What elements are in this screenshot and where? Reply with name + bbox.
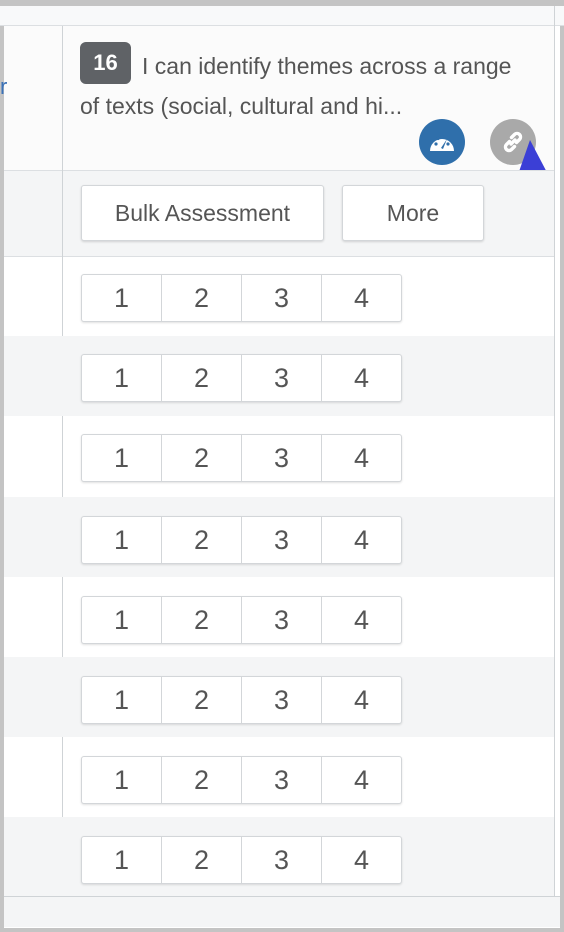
score-option-1[interactable]: 1 bbox=[82, 355, 162, 401]
score-option-3[interactable]: 3 bbox=[242, 837, 322, 883]
score-option-4[interactable]: 4 bbox=[322, 597, 401, 643]
score-selector: 1 2 3 4 bbox=[81, 516, 402, 564]
dashboard-gauge-icon[interactable] bbox=[419, 119, 465, 165]
left-column-header-text: r bbox=[0, 74, 8, 99]
score-selector: 1 2 3 4 bbox=[81, 434, 402, 482]
score-selector: 1 2 3 4 bbox=[81, 756, 402, 804]
score-option-3[interactable]: 3 bbox=[242, 275, 322, 321]
score-selector: 1 2 3 4 bbox=[81, 354, 402, 402]
bulk-assessment-button[interactable]: Bulk Assessment bbox=[81, 185, 324, 241]
score-option-4[interactable]: 4 bbox=[322, 435, 401, 481]
score-option-1[interactable]: 1 bbox=[82, 837, 162, 883]
score-option-1[interactable]: 1 bbox=[82, 597, 162, 643]
left-column-header: r bbox=[0, 26, 62, 170]
score-option-1[interactable]: 1 bbox=[82, 275, 162, 321]
score-option-1[interactable]: 1 bbox=[82, 677, 162, 723]
score-option-4[interactable]: 4 bbox=[322, 837, 401, 883]
top-header-strip bbox=[0, 6, 564, 26]
score-option-2[interactable]: 2 bbox=[162, 355, 242, 401]
score-selector: 1 2 3 4 bbox=[81, 274, 402, 322]
score-option-2[interactable]: 2 bbox=[162, 435, 242, 481]
more-button[interactable]: More bbox=[342, 185, 484, 241]
score-option-1[interactable]: 1 bbox=[82, 435, 162, 481]
score-selector: 1 2 3 4 bbox=[81, 676, 402, 724]
score-selector: 1 2 3 4 bbox=[81, 596, 402, 644]
score-option-4[interactable]: 4 bbox=[322, 517, 401, 563]
score-option-3[interactable]: 3 bbox=[242, 677, 322, 723]
score-option-3[interactable]: 3 bbox=[242, 355, 322, 401]
outcome-description[interactable]: I can identify themes across a range of … bbox=[80, 46, 520, 126]
score-option-4[interactable]: 4 bbox=[322, 275, 401, 321]
score-option-2[interactable]: 2 bbox=[162, 677, 242, 723]
score-option-3[interactable]: 3 bbox=[242, 597, 322, 643]
score-option-2[interactable]: 2 bbox=[162, 517, 242, 563]
score-option-3[interactable]: 3 bbox=[242, 435, 322, 481]
score-option-4[interactable]: 4 bbox=[322, 355, 401, 401]
score-option-3[interactable]: 3 bbox=[242, 517, 322, 563]
score-option-2[interactable]: 2 bbox=[162, 275, 242, 321]
right-edge-divider bbox=[554, 6, 555, 896]
score-option-1[interactable]: 1 bbox=[82, 517, 162, 563]
score-selector: 1 2 3 4 bbox=[81, 836, 402, 884]
score-option-4[interactable]: 4 bbox=[322, 677, 401, 723]
score-option-3[interactable]: 3 bbox=[242, 757, 322, 803]
score-option-4[interactable]: 4 bbox=[322, 757, 401, 803]
score-option-2[interactable]: 2 bbox=[162, 757, 242, 803]
table-footer bbox=[4, 896, 560, 927]
score-option-2[interactable]: 2 bbox=[162, 597, 242, 643]
score-option-1[interactable]: 1 bbox=[82, 757, 162, 803]
score-option-2[interactable]: 2 bbox=[162, 837, 242, 883]
